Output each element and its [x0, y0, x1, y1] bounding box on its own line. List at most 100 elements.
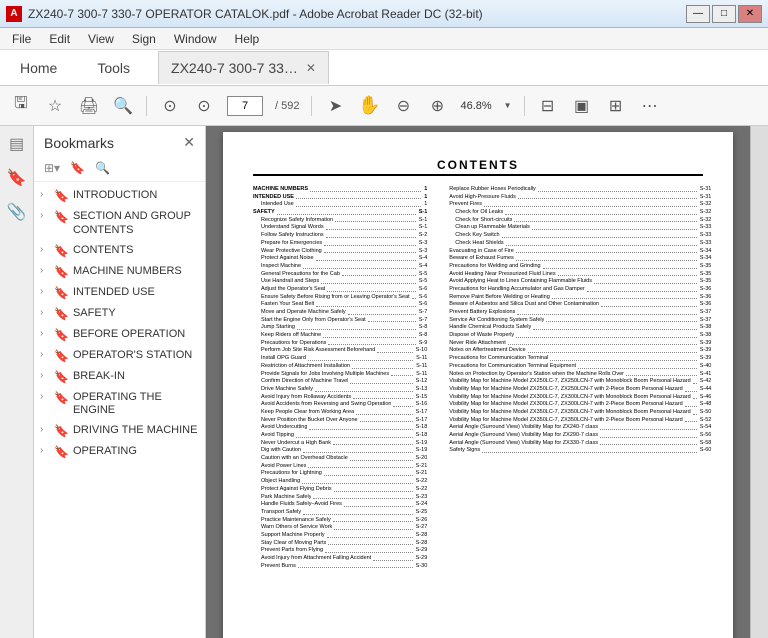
- zoom-out-icon[interactable]: ⊖: [392, 95, 414, 117]
- page-up-icon[interactable]: ⊙: [159, 95, 181, 117]
- print-icon[interactable]: 🖨: [78, 95, 100, 117]
- bookmark-icon: 🔖: [54, 244, 69, 259]
- chevron-right-icon: ›: [40, 244, 50, 257]
- menu-help[interactable]: Help: [227, 30, 268, 48]
- bookmark-label: MACHINE NUMBERS: [73, 265, 199, 279]
- separator: [146, 96, 147, 116]
- bookmark-label: SECTION AND GROUP CONTENTS: [73, 210, 199, 238]
- bookmark-item[interactable]: ›🔖SAFETY: [36, 304, 203, 325]
- attachments-icon[interactable]: 📎: [7, 202, 27, 222]
- tab-document-label: ZX240-7 300-7 33…: [171, 60, 298, 76]
- contents-entry: Visibility Map for Machine Model ZX300LC…: [441, 394, 711, 402]
- zoom-dropdown-icon[interactable]: ▼: [504, 101, 512, 110]
- read-mode-icon[interactable]: ⊞: [605, 95, 627, 117]
- page-total: / 592: [275, 100, 299, 112]
- close-button[interactable]: ✕: [738, 5, 762, 23]
- fit-page-icon[interactable]: ▣: [571, 95, 593, 117]
- contents-entry: Prevent BurnsS-30: [253, 563, 427, 571]
- page-heading: CONTENTS: [253, 158, 703, 176]
- minimize-button[interactable]: —: [686, 5, 710, 23]
- bookmark-label: INTRODUCTION: [73, 189, 199, 203]
- bookmark-item[interactable]: ›🔖INTENDED USE: [36, 283, 203, 304]
- bookmark-item[interactable]: ›🔖BEFORE OPERATION: [36, 325, 203, 346]
- bookmark-label: OPERATING THE ENGINE: [73, 391, 199, 419]
- contents-entry: Visibility Map for Machine Model ZX350LC…: [441, 409, 711, 417]
- star-icon[interactable]: ☆: [44, 95, 66, 117]
- contents-column-left: MACHINE NUMBERS1INTENDED USE1Intended Us…: [253, 186, 427, 570]
- app-icon: A: [6, 6, 22, 22]
- select-icon[interactable]: ➤: [324, 95, 346, 117]
- share-icon[interactable]: ⋯: [639, 95, 661, 117]
- bookmark-item[interactable]: ›🔖OPERATING: [36, 442, 203, 463]
- chevron-right-icon: ›: [40, 328, 50, 341]
- zoom-in-icon[interactable]: ⊕: [426, 95, 448, 117]
- bookmark-icon: 🔖: [54, 189, 69, 204]
- save-icon[interactable]: 🖫: [10, 95, 32, 117]
- fit-width-icon[interactable]: ⊟: [537, 95, 559, 117]
- bookmark-label: OPERATOR'S STATION: [73, 349, 199, 363]
- contents-entry: Adjust the Operator's SeatS-6: [253, 286, 427, 294]
- pdf-page: CONTENTS MACHINE NUMBERS1INTENDED USE1In…: [223, 132, 733, 638]
- menu-window[interactable]: Window: [166, 30, 225, 48]
- titlebar: A ZX240-7 300-7 330-7 OPERATOR CATALOK.p…: [0, 0, 768, 28]
- hand-icon[interactable]: ✋: [358, 95, 380, 117]
- tab-home[interactable]: Home: [8, 52, 69, 84]
- bookmark-item[interactable]: › 🔖 DRIVING THE MACHINE: [36, 421, 203, 442]
- bookmarks-list: ›🔖INTRODUCTION›🔖SECTION AND GROUP CONTEN…: [34, 182, 205, 638]
- panel-close-icon[interactable]: ✕: [183, 134, 195, 151]
- bookmark-item[interactable]: › 🔖 OPERATOR'S STATION: [36, 346, 203, 367]
- bookmark-icon: 🔖: [54, 265, 69, 280]
- bookmark-item[interactable]: › 🔖 INTRODUCTION: [36, 186, 203, 207]
- contents-entry: Visibility Map for Machine Model ZX250LC…: [441, 378, 711, 386]
- bookmark-label: INTENDED USE: [73, 286, 199, 300]
- menu-edit[interactable]: Edit: [41, 30, 78, 48]
- contents-entry: Visibility Map for Machine Model ZX250LC…: [441, 386, 711, 394]
- chevron-right-icon: ›: [40, 307, 50, 320]
- bookmark-icon: 🔖: [54, 349, 69, 364]
- maximize-button[interactable]: □: [712, 5, 736, 23]
- chevron-right-icon: ›: [40, 189, 50, 202]
- bookmarks-panel: Bookmarks ✕ ⊞▾ 🔖 🔍 ›🔖INTRODUCTION›🔖SECTI…: [34, 126, 206, 638]
- bookmarks-icon[interactable]: 🔖: [7, 168, 27, 188]
- right-rail[interactable]: [750, 126, 768, 638]
- bookmark-item[interactable]: ›🔖BREAK-IN: [36, 367, 203, 388]
- document-area[interactable]: CONTENTS MACHINE NUMBERS1INTENDED USE1In…: [206, 126, 750, 638]
- bookmark-label: BREAK-IN: [73, 370, 199, 384]
- contents-entry: Notes on Protection by Operator's Statio…: [441, 371, 711, 379]
- bookmark-label: OPERATING: [73, 445, 199, 459]
- tab-close-icon[interactable]: ✕: [306, 61, 316, 75]
- bookmark-item[interactable]: ›🔖MACHINE NUMBERS: [36, 262, 203, 283]
- contents-entry: Visibility Map for Machine Model ZX300LC…: [441, 401, 711, 409]
- thumbnails-icon[interactable]: ▤: [7, 134, 27, 154]
- chevron-right-icon: ›: [40, 445, 50, 458]
- bookmark-icon: 🔖: [54, 370, 69, 385]
- zoom-level[interactable]: 46.8%: [460, 100, 491, 112]
- tab-document[interactable]: ZX240-7 300-7 33… ✕: [158, 51, 329, 84]
- chevron-right-icon: ›: [40, 424, 50, 437]
- bookmark-icon: 🔖: [54, 307, 69, 322]
- tabbar: Home Tools ZX240-7 300-7 33… ✕: [0, 50, 768, 86]
- menu-sign[interactable]: Sign: [124, 30, 164, 48]
- chevron-right-icon: ›: [40, 286, 50, 299]
- bookmark-item[interactable]: ›🔖SECTION AND GROUP CONTENTS: [36, 207, 203, 241]
- chevron-right-icon: ›: [40, 349, 50, 362]
- bookmark-label: BEFORE OPERATION: [73, 328, 199, 342]
- menu-file[interactable]: File: [4, 30, 39, 48]
- bookmark-icon: 🔖: [54, 391, 69, 406]
- menubar: File Edit View Sign Window Help: [0, 28, 768, 50]
- separator: [524, 96, 525, 116]
- bookmark-search-icon[interactable]: 🔍: [95, 161, 110, 175]
- bookmark-item[interactable]: ›🔖OPERATING THE ENGINE: [36, 388, 203, 422]
- tab-tools[interactable]: Tools: [85, 52, 142, 84]
- chevron-right-icon: ›: [40, 210, 50, 223]
- bookmark-icon: 🔖: [54, 424, 69, 439]
- bookmark-find-icon[interactable]: 🔖: [70, 161, 85, 175]
- search-icon[interactable]: 🔍: [112, 95, 134, 117]
- bookmark-item[interactable]: ›🔖CONTENTS: [36, 241, 203, 262]
- toolbar: 🖫 ☆ 🖨 🔍 ⊙ ⊙ 7 / 592 ➤ ✋ ⊖ ⊕ 46.8% ▼ ⊟ ▣ …: [0, 86, 768, 126]
- menu-view[interactable]: View: [80, 30, 122, 48]
- page-number-input[interactable]: 7: [227, 96, 263, 116]
- bookmark-options-icon[interactable]: ⊞▾: [44, 161, 60, 175]
- bookmark-label: DRIVING THE MACHINE: [73, 424, 199, 438]
- page-down-icon[interactable]: ⊙: [193, 95, 215, 117]
